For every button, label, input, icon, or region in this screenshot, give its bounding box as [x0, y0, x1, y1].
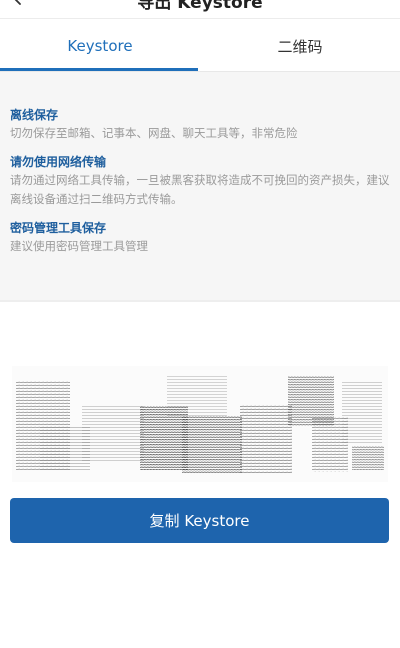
tip-password-manager: 密码管理工具保存 建议使用密码管理工具管理 [10, 219, 390, 256]
tab-keystore[interactable]: Keystore [0, 20, 200, 72]
page-title: 导出 Keystore [137, 0, 263, 13]
nav-bar: 导出 Keystore [0, 0, 400, 16]
tab-bar: Keystore 二维码 [0, 20, 400, 72]
panel-divider [0, 300, 400, 302]
tip-title: 密码管理工具保存 [10, 221, 107, 235]
keystore-content-obscured [12, 366, 388, 482]
nav-divider [0, 18, 400, 19]
tip-title: 离线保存 [10, 108, 59, 122]
tip-text: 切勿保存至邮箱、记事本、网盘、聊天工具等，非常危险 [10, 126, 298, 140]
export-keystore-screen: 导出 Keystore Keystore 二维码 离线保存 切勿保存至邮箱、记事… [0, 0, 400, 648]
copy-keystore-button[interactable]: 复制 Keystore [10, 498, 389, 543]
tip-text: 请勿通过网络工具传输，一旦被黑客获取将造成不可挽回的资产损失，建议离线设备通过扫… [10, 173, 390, 206]
scribble-redaction [16, 374, 384, 474]
tip-title: 请勿使用网络传输 [10, 155, 107, 169]
tab-qrcode[interactable]: 二维码 [200, 20, 400, 72]
tip-text: 建议使用密码管理工具管理 [10, 239, 148, 253]
tip-offline-storage: 离线保存 切勿保存至邮箱、记事本、网盘、聊天工具等，非常危险 [10, 106, 390, 143]
tip-no-network: 请勿使用网络传输 请勿通过网络工具传输，一旦被黑客获取将造成不可挽回的资产损失，… [10, 153, 390, 209]
security-tips-panel: 离线保存 切勿保存至邮箱、记事本、网盘、聊天工具等，非常危险 请勿使用网络传输 … [0, 72, 400, 300]
